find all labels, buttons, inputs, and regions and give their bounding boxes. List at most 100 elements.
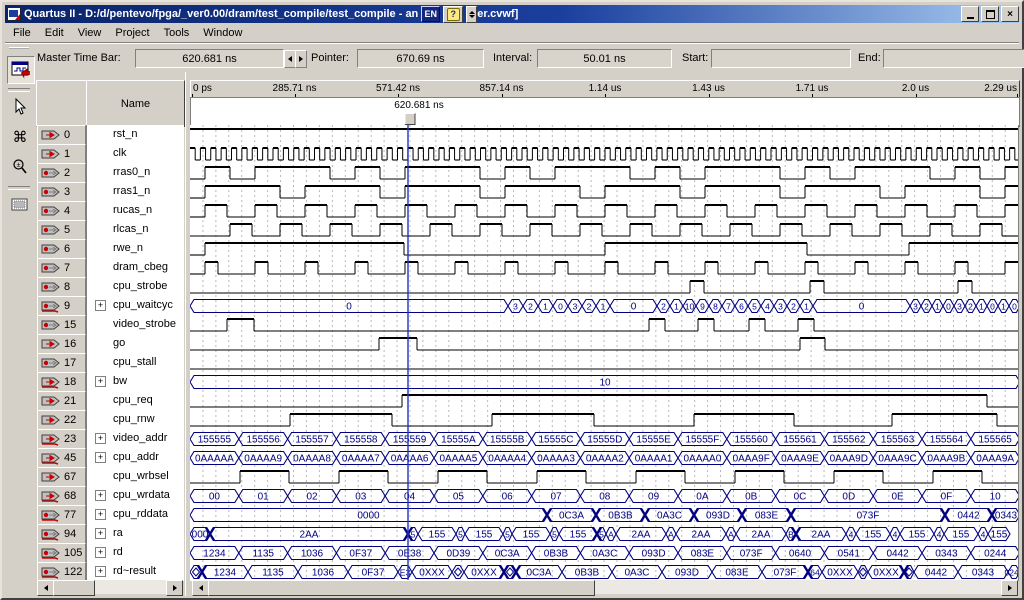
- toolbar-grip-icon[interactable]: [466, 6, 477, 23]
- signal-select-button[interactable]: 122: [37, 562, 86, 582]
- signal-select-button[interactable]: 6: [37, 239, 86, 259]
- signal-name-label[interactable]: rd~result: [113, 565, 156, 577]
- signal-name-label[interactable]: video_strobe: [113, 318, 176, 330]
- signal-name-label[interactable]: cpu_waitcyc: [113, 299, 173, 311]
- signal-name-label[interactable]: rwe_n: [113, 242, 143, 254]
- start-field[interactable]: [711, 49, 851, 68]
- input-port-icon: [40, 129, 62, 142]
- signal-select-button[interactable]: 22: [37, 410, 86, 430]
- waveform-canvas[interactable]: 0321032102110987654321032103210101015555…: [190, 125, 1018, 581]
- scrollbar-thumb[interactable]: [53, 580, 95, 596]
- signal-select-button[interactable]: 17: [37, 353, 86, 373]
- expand-plus-box[interactable]: +: [95, 452, 106, 463]
- signal-select-button[interactable]: 8: [37, 277, 86, 297]
- signal-select-button[interactable]: 9: [37, 296, 86, 316]
- scrollbar-thumb[interactable]: [208, 580, 595, 596]
- expand-plus-box[interactable]: +: [95, 509, 106, 520]
- signal-name-label[interactable]: cpu_strobe: [113, 280, 167, 292]
- scroll-right-arrow[interactable]: [166, 580, 183, 596]
- menu-tools[interactable]: Tools: [157, 25, 197, 41]
- signal-name-label[interactable]: go: [113, 337, 125, 349]
- language-indicator-badge[interactable]: EN: [421, 6, 440, 22]
- restore-button[interactable]: [981, 6, 999, 22]
- signal-name-label[interactable]: clk: [113, 147, 126, 159]
- scroll-left-arrow[interactable]: [37, 580, 54, 596]
- menu-edit[interactable]: Edit: [38, 25, 71, 41]
- signal-name-label[interactable]: dram_cbeg: [113, 261, 168, 273]
- svg-text:155556: 155556: [247, 435, 281, 446]
- name-panel-hscrollbar[interactable]: [37, 580, 183, 594]
- waveform-hscrollbar[interactable]: [192, 580, 1018, 594]
- signal-name-label[interactable]: rst_n: [113, 128, 137, 140]
- help-icon[interactable]: ?: [443, 6, 463, 23]
- signal-name-label[interactable]: cpu_stall: [113, 356, 156, 368]
- minimize-button[interactable]: [961, 6, 979, 22]
- scroll-right-arrow[interactable]: [1001, 580, 1018, 596]
- signal-select-button[interactable]: 45: [37, 448, 86, 468]
- signal-name-label[interactable]: cpu_wrbsel: [113, 470, 169, 482]
- signal-select-button[interactable]: 23: [37, 429, 86, 449]
- signal-name-label[interactable]: cpu_wrdata: [113, 489, 170, 501]
- signal-name-label[interactable]: rras1_n: [113, 185, 150, 197]
- menu-window[interactable]: Window: [196, 25, 249, 41]
- close-button[interactable]: ×: [1001, 6, 1019, 22]
- signal-select-button[interactable]: 2: [37, 163, 86, 183]
- waveform-edit-tool-button[interactable]: ⌘: [7, 124, 33, 150]
- expand-plus-box[interactable]: +: [95, 528, 106, 539]
- signal-select-button[interactable]: 1: [37, 144, 86, 164]
- signal-name-label[interactable]: ra: [113, 527, 123, 539]
- svg-text:0640: 0640: [789, 549, 812, 560]
- signal-select-button[interactable]: 16: [37, 334, 86, 354]
- signal-select-button[interactable]: 5: [37, 220, 86, 240]
- master-time-bar-field[interactable]: 620.681 ns: [135, 49, 284, 68]
- signal-name-label[interactable]: rucas_n: [113, 204, 152, 216]
- full-screen-tool-button[interactable]: [7, 192, 33, 218]
- signal-name-label[interactable]: cpu_rnw: [113, 413, 155, 425]
- signal-select-button[interactable]: 18: [37, 372, 86, 392]
- menu-project[interactable]: Project: [108, 25, 156, 41]
- signal-select-button[interactable]: 67: [37, 467, 86, 487]
- selection-tool-button[interactable]: [7, 94, 33, 120]
- svg-text:0XXX: 0XXX: [471, 568, 497, 579]
- menu-view[interactable]: View: [71, 25, 109, 41]
- time-bar-next-button[interactable]: [295, 50, 307, 68]
- menu-bar: FileEditViewProjectToolsWindow: [5, 23, 1019, 42]
- waveform-editor-icon[interactable]: [7, 56, 35, 84]
- menu-file[interactable]: File: [5, 25, 38, 41]
- signal-select-button[interactable]: 68: [37, 486, 86, 506]
- signal-name-label[interactable]: cpu_rddata: [113, 508, 168, 520]
- signal-name-label[interactable]: rlcas_n: [113, 223, 148, 235]
- signal-name-label[interactable]: rras0_n: [113, 166, 150, 178]
- end-field[interactable]: [883, 49, 1024, 68]
- signal-index: 22: [64, 414, 76, 426]
- signal-select-button[interactable]: 0: [37, 125, 86, 145]
- master-time-bar-handle[interactable]: [405, 113, 416, 125]
- svg-text:0AAAA1: 0AAAA1: [635, 454, 673, 465]
- signal-select-button[interactable]: 3: [37, 182, 86, 202]
- signal-select-button[interactable]: 7: [37, 258, 86, 278]
- signal-select-button[interactable]: 21: [37, 391, 86, 411]
- signal-name-label[interactable]: rd: [113, 546, 123, 558]
- svg-text:2AA: 2AA: [692, 530, 711, 541]
- zoom-tool-button[interactable]: ±: [7, 154, 33, 180]
- signal-select-button[interactable]: 4: [37, 201, 86, 221]
- signal-select-button[interactable]: 77: [37, 505, 86, 525]
- quartus-app-icon[interactable]: [7, 7, 21, 21]
- signal-select-button[interactable]: 15: [37, 315, 86, 335]
- expand-plus-box[interactable]: +: [95, 490, 106, 501]
- time-bar-marker-band[interactable]: 620.681 ns: [190, 97, 1020, 127]
- signal-select-button[interactable]: 105: [37, 543, 86, 563]
- signal-name-label[interactable]: cpu_req: [113, 394, 153, 406]
- svg-text:01: 01: [258, 492, 270, 503]
- signal-name-label[interactable]: cpu_addr: [113, 451, 159, 463]
- expand-plus-box[interactable]: +: [95, 566, 106, 577]
- signal-row-rlcas_n: 5 rlcas_n: [35, 220, 185, 239]
- signal-select-button[interactable]: 94: [37, 524, 86, 544]
- expand-plus-box[interactable]: +: [95, 300, 106, 311]
- expand-plus-box[interactable]: +: [95, 547, 106, 558]
- signal-name-label[interactable]: video_addr: [113, 432, 167, 444]
- expand-plus-box[interactable]: +: [95, 433, 106, 444]
- scroll-left-arrow[interactable]: [192, 580, 209, 596]
- signal-name-label[interactable]: bw: [113, 375, 127, 387]
- expand-plus-box[interactable]: +: [95, 376, 106, 387]
